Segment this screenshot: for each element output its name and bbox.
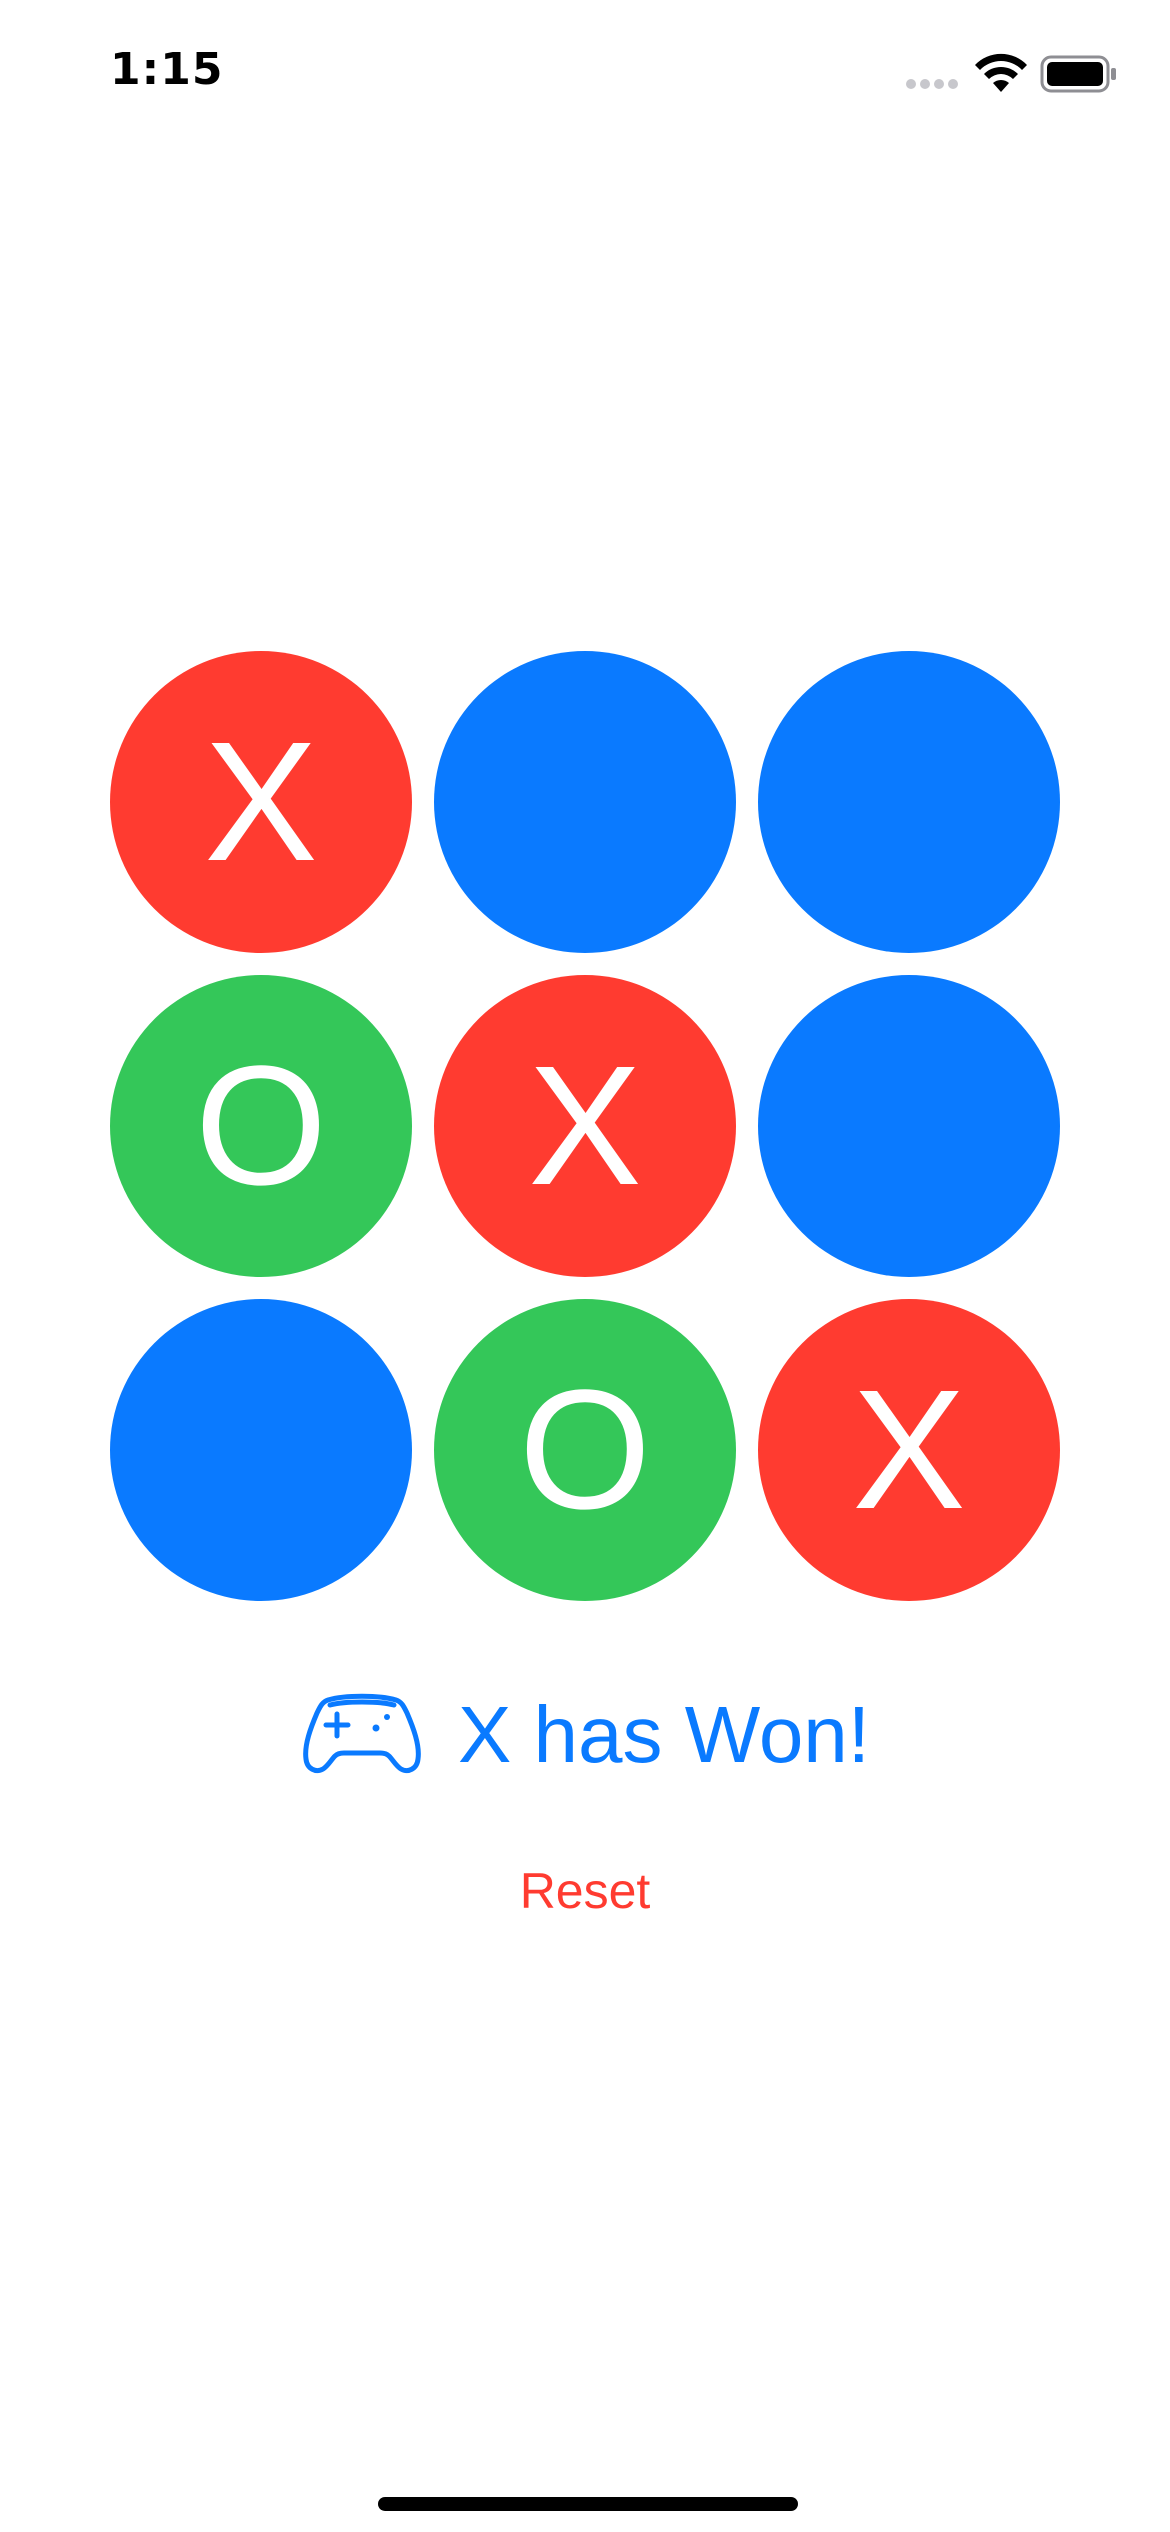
cell-mark: O [518,1355,652,1545]
board-cell-6[interactable] [758,975,1060,1277]
cell-mark: O [194,1031,328,1221]
reset-button[interactable]: Reset [0,1862,1170,1920]
game-status: X has Won! [0,1680,1170,1790]
winner-message: X has Won! [457,1690,871,1779]
board-cell-1[interactable]: X [110,651,412,953]
cell-mark: X [528,1031,642,1221]
board-cell-8[interactable]: O [434,1299,736,1601]
cell-mark: X [852,1355,966,1545]
board-cell-7[interactable] [110,1299,412,1601]
board-cell-4[interactable]: O [110,975,412,1277]
home-indicator[interactable] [378,2497,798,2511]
board-cell-9[interactable]: X [758,1299,1060,1601]
board-cell-3[interactable] [758,651,1060,953]
board-cell-2[interactable] [434,651,736,953]
game-controller-icon [303,1693,421,1774]
game-board: X O X O X [0,0,1170,1700]
board-cell-5[interactable]: X [434,975,736,1277]
cell-mark: X [204,707,318,897]
